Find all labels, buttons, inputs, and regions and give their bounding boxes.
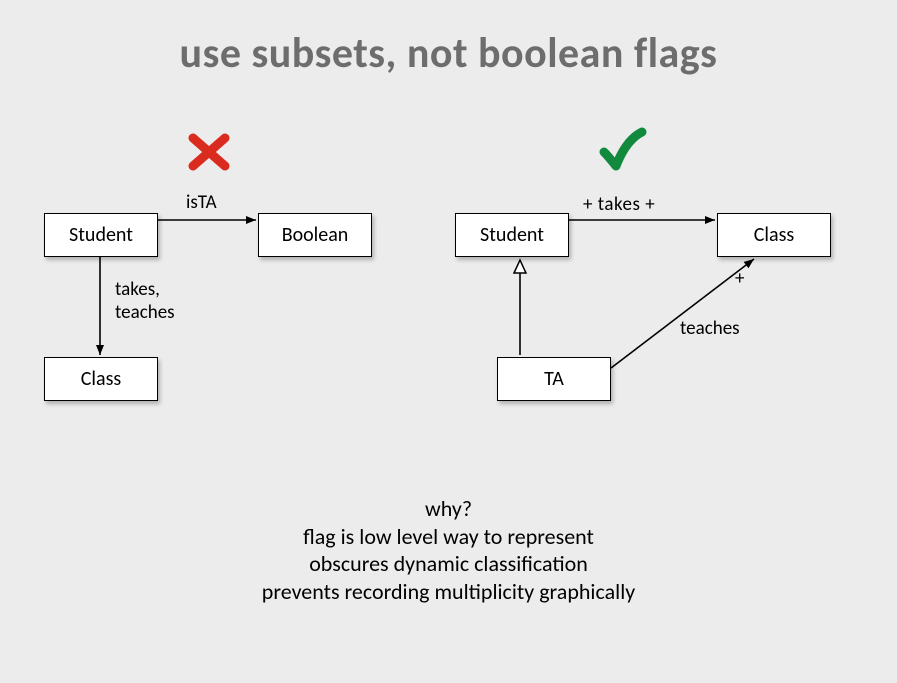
box-label: TA [544, 367, 564, 391]
footer-line-4: prevents recording multiplicity graphica… [0, 578, 897, 606]
right-class-box: Class [717, 213, 831, 257]
label-takes: + takes + [583, 194, 655, 217]
slide-title: use subsets, not boolean flags [0, 28, 897, 79]
box-label: Student [480, 223, 544, 247]
footer-line-1: why? [0, 495, 897, 523]
footer-text: why? flag is low level way to represent … [0, 495, 897, 605]
check-icon [598, 126, 648, 176]
right-student-box: Student [455, 213, 569, 257]
box-label: Student [69, 223, 133, 247]
box-label: Class [81, 367, 121, 391]
box-label: Boolean [282, 223, 349, 247]
left-class-box: Class [44, 357, 158, 401]
label-plus: + [735, 268, 744, 291]
label-teaches: teaches [680, 318, 740, 341]
cross-icon [187, 130, 231, 174]
left-boolean-box: Boolean [258, 213, 372, 257]
footer-line-3: obscures dynamic classification [0, 550, 897, 578]
left-student-box: Student [44, 213, 158, 257]
label-takes-teaches: takes, teaches [115, 279, 175, 325]
footer-line-2: flag is low level way to represent [0, 523, 897, 551]
box-label: Class [754, 223, 794, 247]
slide: use subsets, not boolean flags Student B… [0, 0, 897, 683]
right-ta-box: TA [497, 357, 611, 401]
label-ista: isTA [186, 192, 217, 215]
